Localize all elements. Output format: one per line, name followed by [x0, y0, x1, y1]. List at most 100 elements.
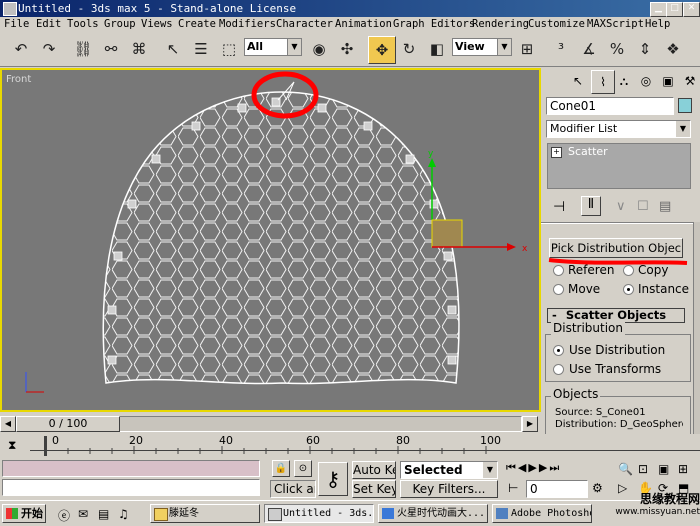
- task-folder[interactable]: 滕延冬: [150, 504, 260, 523]
- redo-icon[interactable]: ↷: [36, 36, 62, 62]
- status-prompt[interactable]: [2, 479, 260, 496]
- region-select-icon[interactable]: ⬚: [216, 36, 242, 62]
- make-unique-icon[interactable]: ∨: [616, 199, 626, 214]
- configure-sets-icon[interactable]: ▤: [659, 199, 671, 214]
- front-viewport[interactable]: Front x y: [0, 68, 541, 412]
- use-distribution-radio[interactable]: [553, 345, 564, 356]
- zoom-extents-icon[interactable]: ▣: [658, 460, 669, 478]
- crosshair-icon[interactable]: ⊙: [294, 460, 312, 477]
- move-radio[interactable]: [553, 284, 564, 295]
- pin-stack-icon[interactable]: ⊣: [553, 199, 565, 215]
- modifier-list-dropdown[interactable]: Modifier List ▼: [546, 120, 691, 138]
- menu-create[interactable]: Create: [178, 18, 216, 30]
- zoom-icon[interactable]: 🔍: [618, 460, 633, 478]
- display-tab-icon[interactable]: ▣: [657, 70, 679, 92]
- previous-frame-icon[interactable]: ◀: [518, 461, 528, 474]
- go-to-start-icon[interactable]: ⏮: [506, 461, 518, 474]
- outlook-icon[interactable]: ✉: [78, 507, 88, 521]
- spinner-snap-icon[interactable]: ⇕: [632, 36, 658, 62]
- minimize-button[interactable]: ▁: [650, 2, 667, 17]
- task-browser[interactable]: 火星时代动画大...: [378, 504, 488, 523]
- menu-help[interactable]: Help: [645, 18, 670, 30]
- task-3dsmax[interactable]: Untitled - 3ds...: [264, 504, 374, 523]
- ie-icon[interactable]: ⓔ: [58, 507, 70, 524]
- current-frame-field[interactable]: 0: [526, 480, 588, 498]
- panel-scrollbar[interactable]: [693, 222, 700, 452]
- time-slider[interactable]: ◀ 0 / 100 ▶: [0, 414, 541, 434]
- menu-edit[interactable]: Edit: [36, 18, 61, 30]
- close-button[interactable]: ✕: [683, 2, 700, 17]
- select-by-name-icon[interactable]: ☰: [188, 36, 214, 62]
- maximize-button[interactable]: □: [666, 2, 683, 17]
- play-icon[interactable]: ▶: [528, 461, 538, 474]
- menu-views[interactable]: Views: [141, 18, 173, 30]
- reference-radio[interactable]: [553, 265, 564, 276]
- percent-snap-icon[interactable]: %: [604, 36, 630, 62]
- motion-tab-icon[interactable]: ◎: [635, 70, 657, 92]
- track-bar[interactable]: ⧗ 0 20 40 60 80 100: [0, 434, 700, 458]
- expand-icon[interactable]: +: [551, 147, 562, 158]
- slider-thumb[interactable]: 0 / 100: [16, 416, 120, 432]
- pivot-center-icon[interactable]: ⊞: [514, 36, 540, 62]
- select-link-icon[interactable]: ⛓: [70, 36, 96, 62]
- remove-modifier-icon[interactable]: ☐: [637, 199, 649, 214]
- angle-snap-icon[interactable]: ∡: [576, 36, 602, 62]
- menu-customize[interactable]: Customize: [528, 18, 585, 30]
- move-icon[interactable]: ✥: [368, 36, 396, 64]
- menu-animation[interactable]: Animation: [335, 18, 392, 30]
- zoom-all-icon[interactable]: ⊡: [638, 460, 648, 478]
- slider-left-arrow-icon[interactable]: ◀: [0, 416, 16, 432]
- stack-item-scatter[interactable]: Scatter: [568, 145, 608, 158]
- menu-graph-editors[interactable]: Graph Editors: [393, 18, 475, 30]
- key-mode-dropdown[interactable]: Selected ▼: [400, 461, 498, 479]
- copy-radio[interactable]: [623, 265, 634, 276]
- key-filters-button[interactable]: Key Filters...: [400, 480, 498, 498]
- menu-group[interactable]: Group: [104, 18, 136, 30]
- menu-maxscript[interactable]: MAXScript: [587, 18, 644, 30]
- slider-right-arrow-icon[interactable]: ▶: [522, 416, 538, 432]
- dropdown-arrow-icon: ▼: [287, 39, 301, 55]
- show-end-result-icon[interactable]: Ⅱ: [581, 196, 601, 216]
- bind-space-warp-icon[interactable]: ⌘: [126, 36, 152, 62]
- menu-rendering[interactable]: Rendering: [472, 18, 529, 30]
- use-transforms-radio[interactable]: [553, 364, 564, 375]
- menu-file[interactable]: File: [4, 18, 29, 30]
- select-object-icon[interactable]: ↖: [160, 36, 186, 62]
- selection-filter-dropdown[interactable]: All ▼: [244, 38, 302, 56]
- menu-modifiers[interactable]: Modifiers: [219, 18, 276, 30]
- reference-coord-dropdown[interactable]: View ▼: [452, 38, 512, 56]
- app-icon[interactable]: [3, 2, 17, 16]
- media-icon[interactable]: ♫: [118, 507, 129, 521]
- menu-character[interactable]: Character: [276, 18, 333, 30]
- next-frame-icon[interactable]: ▶: [539, 461, 549, 474]
- object-name-field[interactable]: Cone01: [546, 97, 674, 115]
- instance-radio[interactable]: [623, 284, 634, 295]
- lock-selection-icon[interactable]: 🔒: [272, 460, 290, 477]
- pick-distribution-button[interactable]: Pick Distribution Objec: [549, 238, 683, 258]
- set-key-button[interactable]: Set Key: [352, 480, 396, 498]
- create-tab-icon[interactable]: ↖: [567, 70, 589, 92]
- maxscript-listener[interactable]: [2, 460, 260, 477]
- menu-tools[interactable]: Tools: [67, 18, 99, 30]
- start-button[interactable]: 开始: [2, 504, 46, 523]
- utilities-tab-icon[interactable]: ⚒: [679, 70, 700, 92]
- hierarchy-tab-icon[interactable]: ⛬: [613, 70, 635, 92]
- modify-tab-icon[interactable]: ⌇: [591, 70, 615, 94]
- unlink-icon[interactable]: ⚯: [98, 36, 124, 62]
- rotate-icon[interactable]: ↻: [396, 36, 422, 62]
- scale-icon[interactable]: ◧: [424, 36, 450, 62]
- task-photoshop[interactable]: Adobe Photoshop: [492, 504, 592, 523]
- window-crossing-icon[interactable]: ◉: [306, 36, 332, 62]
- time-config-icon[interactable]: ⚙: [592, 481, 603, 495]
- auto-key-button[interactable]: Auto Key: [352, 461, 396, 479]
- key-mode-toggle-icon[interactable]: ⊢: [508, 481, 518, 495]
- go-to-end-icon[interactable]: ⏭: [549, 461, 561, 474]
- snap-3d-icon[interactable]: ³: [548, 36, 574, 62]
- undo-icon[interactable]: ↶: [8, 36, 34, 62]
- key-icon[interactable]: ⚷: [318, 462, 348, 496]
- snap-icon[interactable]: ✣: [334, 36, 360, 62]
- zoom-extents-all-icon[interactable]: ⊞: [678, 460, 688, 478]
- desktop-icon[interactable]: ▤: [98, 507, 109, 521]
- named-selection-icon[interactable]: ❖: [660, 36, 686, 62]
- object-color-swatch[interactable]: [678, 98, 692, 113]
